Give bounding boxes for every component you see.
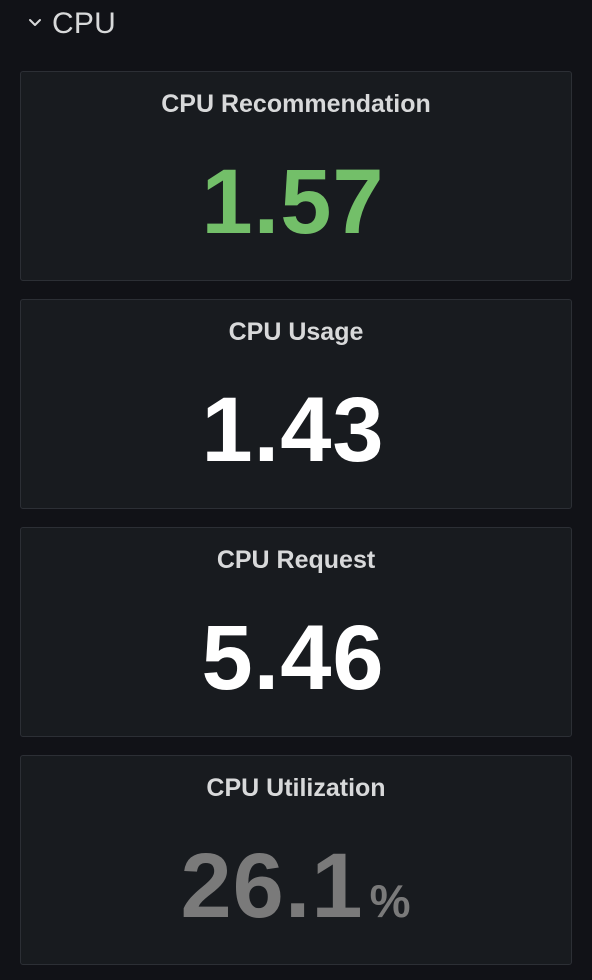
stat-value: 1.57: [21, 152, 571, 267]
stat-value: 5.46: [21, 608, 571, 723]
stat-value-unit: %: [369, 875, 412, 927]
panel-cpu-utilization[interactable]: CPU Utilization 26.1%: [20, 755, 572, 965]
stat-value-number: 1.57: [201, 151, 385, 253]
panel-title: CPU Recommendation: [161, 90, 431, 118]
cpu-row-header[interactable]: CPU: [0, 0, 592, 52]
panel-title: CPU Usage: [228, 318, 364, 346]
stat-value-number: 5.46: [201, 607, 385, 709]
stat-value-number: 26.1: [180, 835, 364, 937]
row-title: CPU: [52, 7, 116, 40]
panel-cpu-recommendation[interactable]: CPU Recommendation 1.57: [20, 71, 572, 281]
stat-value: 26.1%: [21, 836, 571, 951]
stat-value-number: 1.43: [201, 379, 385, 481]
panel-title: CPU Utilization: [206, 774, 386, 802]
dashboard-page: CPU CPU Recommendation 1.57 CPU Usage 1.…: [0, 0, 592, 980]
panel-title: CPU Request: [216, 546, 376, 574]
stat-value: 1.43: [21, 380, 571, 495]
chevron-down-icon[interactable]: [28, 16, 42, 30]
panel-cpu-request[interactable]: CPU Request 5.46: [20, 527, 572, 737]
panel-cpu-usage[interactable]: CPU Usage 1.43: [20, 299, 572, 509]
